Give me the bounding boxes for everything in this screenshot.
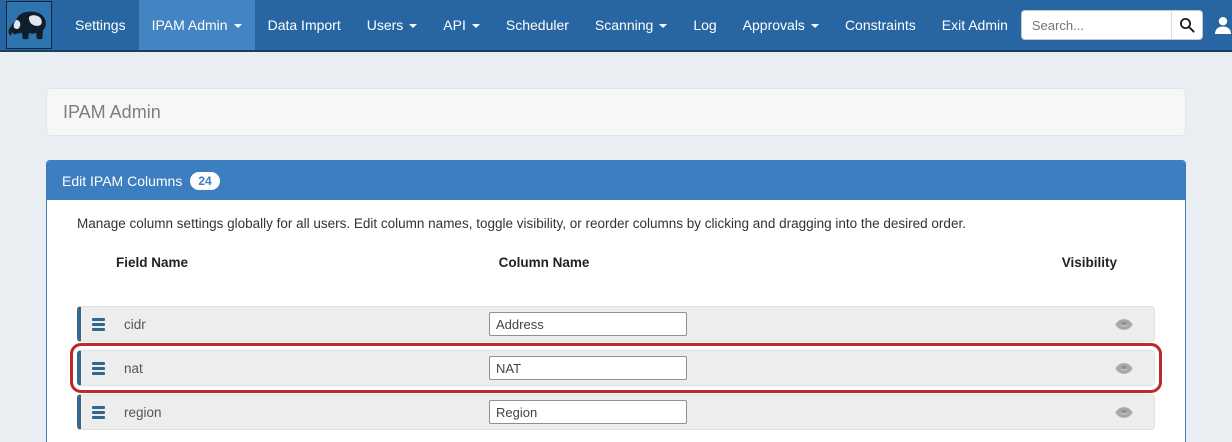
chevron-down-icon: [234, 24, 242, 28]
panel-description: Manage column settings globally for all …: [77, 216, 1155, 231]
chevron-down-icon: [811, 24, 819, 28]
search-group: [1021, 10, 1203, 40]
panel-title: Edit IPAM Columns: [62, 173, 182, 189]
edit-ipam-columns-panel: Edit IPAM Columns 24 Manage column setti…: [46, 160, 1186, 442]
nav-item-scanning[interactable]: Scanning: [582, 0, 680, 50]
header-field-name: Field Name: [77, 255, 489, 270]
drag-handle-icon[interactable]: [92, 406, 105, 419]
navbar-right: [1021, 0, 1232, 50]
search-input[interactable]: [1021, 10, 1171, 40]
eye-visibility-icon[interactable]: [1115, 362, 1133, 375]
column-count-badge: 24: [190, 172, 219, 190]
nav-item-users[interactable]: Users: [354, 0, 431, 50]
column-name-input[interactable]: [489, 356, 687, 380]
nav-item-exit-admin[interactable]: Exit Admin: [929, 0, 1021, 50]
user-menu[interactable]: [1213, 15, 1232, 35]
chevron-down-icon: [659, 24, 667, 28]
drag-handle-icon[interactable]: [92, 362, 105, 375]
field-name-label: region: [124, 405, 162, 420]
eye-visibility-icon[interactable]: [1115, 318, 1133, 331]
navbar-menu: Settings IPAM Admin Data Import Users AP…: [62, 0, 1021, 50]
nav-item-approvals[interactable]: Approvals: [730, 0, 832, 50]
chevron-down-icon: [472, 24, 480, 28]
table-row-cidr[interactable]: cidr: [77, 306, 1155, 342]
page-title: IPAM Admin: [63, 102, 161, 123]
table-header: Field Name Column Name Visibility: [77, 255, 1155, 270]
table-row-nat[interactable]: nat: [77, 350, 1155, 386]
top-navbar: Settings IPAM Admin Data Import Users AP…: [0, 0, 1232, 52]
header-column-name: Column Name: [444, 255, 644, 270]
field-name-label: cidr: [124, 317, 146, 332]
nav-item-constraints[interactable]: Constraints: [832, 0, 929, 50]
field-name-label: nat: [124, 361, 143, 376]
nav-item-api[interactable]: API: [430, 0, 493, 50]
phpipam-logo[interactable]: [6, 1, 52, 49]
person-icon: [1213, 15, 1232, 35]
search-button[interactable]: [1171, 10, 1203, 40]
column-rows: cidr: [77, 306, 1155, 430]
nav-item-settings[interactable]: Settings: [62, 0, 139, 50]
drag-handle-icon[interactable]: [92, 318, 105, 331]
panel-body: Manage column settings globally for all …: [47, 200, 1185, 442]
page-title-panel: IPAM Admin: [46, 88, 1186, 136]
nav-item-log[interactable]: Log: [680, 0, 729, 50]
chevron-down-icon: [409, 24, 417, 28]
column-name-input[interactable]: [489, 312, 687, 336]
header-visibility: Visibility: [689, 255, 1155, 270]
magnifier-icon: [1179, 17, 1195, 33]
eye-visibility-icon[interactable]: [1115, 406, 1133, 419]
nav-item-ipam-admin[interactable]: IPAM Admin: [139, 0, 255, 50]
nav-item-scheduler[interactable]: Scheduler: [493, 0, 582, 50]
column-name-input[interactable]: [489, 400, 687, 424]
panel-header: Edit IPAM Columns 24: [47, 161, 1185, 200]
table-row-region[interactable]: region: [77, 394, 1155, 430]
page-content: IPAM Admin Edit IPAM Columns 24 Manage c…: [0, 52, 1232, 442]
nav-item-data-import[interactable]: Data Import: [255, 0, 354, 50]
mammoth-icon: [7, 5, 51, 45]
